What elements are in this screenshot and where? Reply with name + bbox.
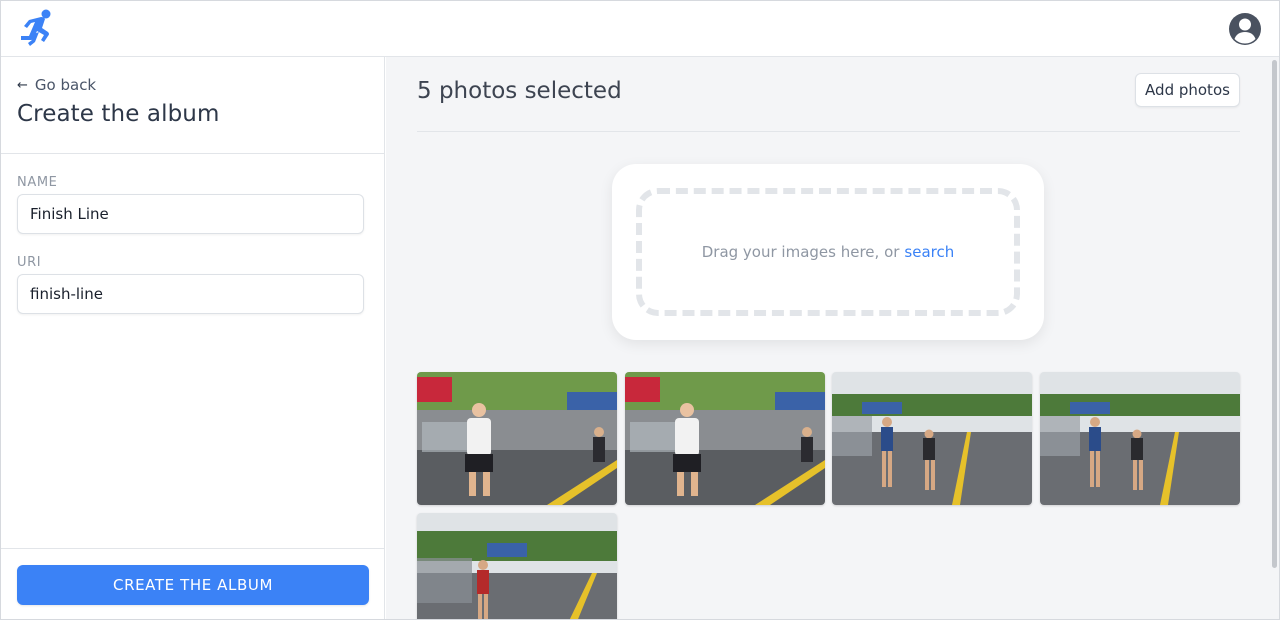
photo-runner-white-tank	[417, 372, 617, 505]
selection-count-title: 5 photos selected	[417, 78, 622, 104]
photo-thumbnail[interactable]	[417, 513, 617, 619]
running-person-icon[interactable]	[15, 8, 57, 50]
go-back-link[interactable]: ← Go back	[17, 76, 96, 94]
dropzone-text: Drag your images here, or	[701, 243, 900, 261]
go-back-label: Go back	[34, 76, 97, 94]
uri-field-label: URI	[17, 255, 42, 270]
user-circle-icon[interactable]	[1228, 12, 1262, 46]
top-bar	[1, 1, 1279, 57]
photo-thumbnail[interactable]	[1040, 372, 1240, 505]
image-dropzone[interactable]: Drag your images here, or search	[636, 188, 1020, 316]
page-title: Create the album	[17, 101, 220, 127]
photo-two-runners	[1040, 372, 1240, 505]
photo-two-runners	[832, 372, 1032, 505]
arrow-left-icon: ←	[17, 77, 28, 93]
dropzone-card: Drag your images here, or search	[612, 164, 1044, 340]
album-sidebar: ← Go back Create the album NAME URI CREA…	[1, 57, 385, 619]
photo-runner-white-tank	[625, 372, 825, 505]
scrollbar-thumb[interactable]	[1272, 60, 1277, 568]
photo-panel: 5 photos selected Add photos Drag your i…	[386, 57, 1279, 619]
photo-thumbnail[interactable]	[832, 372, 1032, 505]
add-photos-button[interactable]: Add photos	[1135, 73, 1240, 107]
uri-input[interactable]	[17, 274, 364, 314]
divider	[1, 548, 384, 549]
create-album-button[interactable]: CREATE THE ALBUM	[17, 565, 369, 605]
search-link[interactable]: search	[904, 243, 954, 261]
vertical-scrollbar[interactable]	[1270, 58, 1279, 619]
divider	[1, 153, 384, 154]
photo-thumbnail[interactable]	[625, 372, 825, 505]
name-field-label: NAME	[17, 175, 58, 190]
divider	[417, 131, 1240, 132]
photo-thumbnail[interactable]	[417, 372, 617, 505]
name-input[interactable]	[17, 194, 364, 234]
photo-runner-red-shirt	[417, 513, 617, 619]
app-window: ← Go back Create the album NAME URI CREA…	[0, 0, 1280, 620]
